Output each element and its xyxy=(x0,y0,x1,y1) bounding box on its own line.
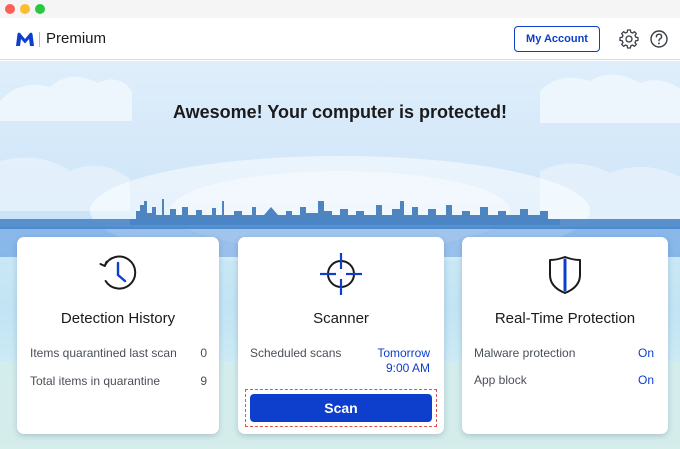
malware-protection-toggle[interactable]: On xyxy=(638,346,654,360)
scheduled-scan-day[interactable]: Tomorrow xyxy=(377,346,430,360)
window-titlebar xyxy=(0,0,680,18)
scanner-title: Scanner xyxy=(313,310,369,327)
items-quarantined-last-scan-label: Items quarantined last scan xyxy=(30,346,177,360)
real-time-protection-title: Real-Time Protection xyxy=(494,310,636,327)
app-block-label: App block xyxy=(474,373,527,387)
total-items-in-quarantine-label: Total items in quarantine xyxy=(30,374,161,388)
clock-history-icon xyxy=(99,255,137,290)
logo-separator xyxy=(39,32,40,47)
close-window-button[interactable] xyxy=(5,4,15,14)
real-time-protection-card[interactable]: Real-Time Protection Malware protection … xyxy=(462,237,668,434)
total-items-in-quarantine-value: 9 xyxy=(200,374,207,388)
items-quarantined-last-scan-value: 0 xyxy=(200,346,207,360)
scheduled-scan-time[interactable]: 9:00 AM xyxy=(386,361,430,375)
app-header: Premium My Account xyxy=(0,18,680,60)
malware-protection-label: Malware protection xyxy=(474,346,576,360)
help-icon[interactable] xyxy=(649,29,669,49)
malwarebytes-logo-icon xyxy=(16,32,34,46)
detection-history-title: Detection History xyxy=(60,310,176,327)
detection-history-card[interactable]: Detection History Items quarantined last… xyxy=(17,237,219,434)
gear-icon[interactable] xyxy=(619,29,639,49)
status-headline: Awesome! Your computer is protected! xyxy=(172,102,508,122)
scan-button[interactable]: Scan xyxy=(250,394,432,422)
my-account-button[interactable]: My Account xyxy=(514,26,600,52)
scheduled-scans-label: Scheduled scans xyxy=(250,346,342,360)
shield-icon xyxy=(549,256,581,294)
minimize-window-button[interactable] xyxy=(20,4,30,14)
app-block-toggle[interactable]: On xyxy=(638,373,654,387)
zoom-window-button[interactable] xyxy=(35,4,45,14)
crosshair-icon xyxy=(320,253,362,295)
product-name: Premium xyxy=(46,30,107,47)
